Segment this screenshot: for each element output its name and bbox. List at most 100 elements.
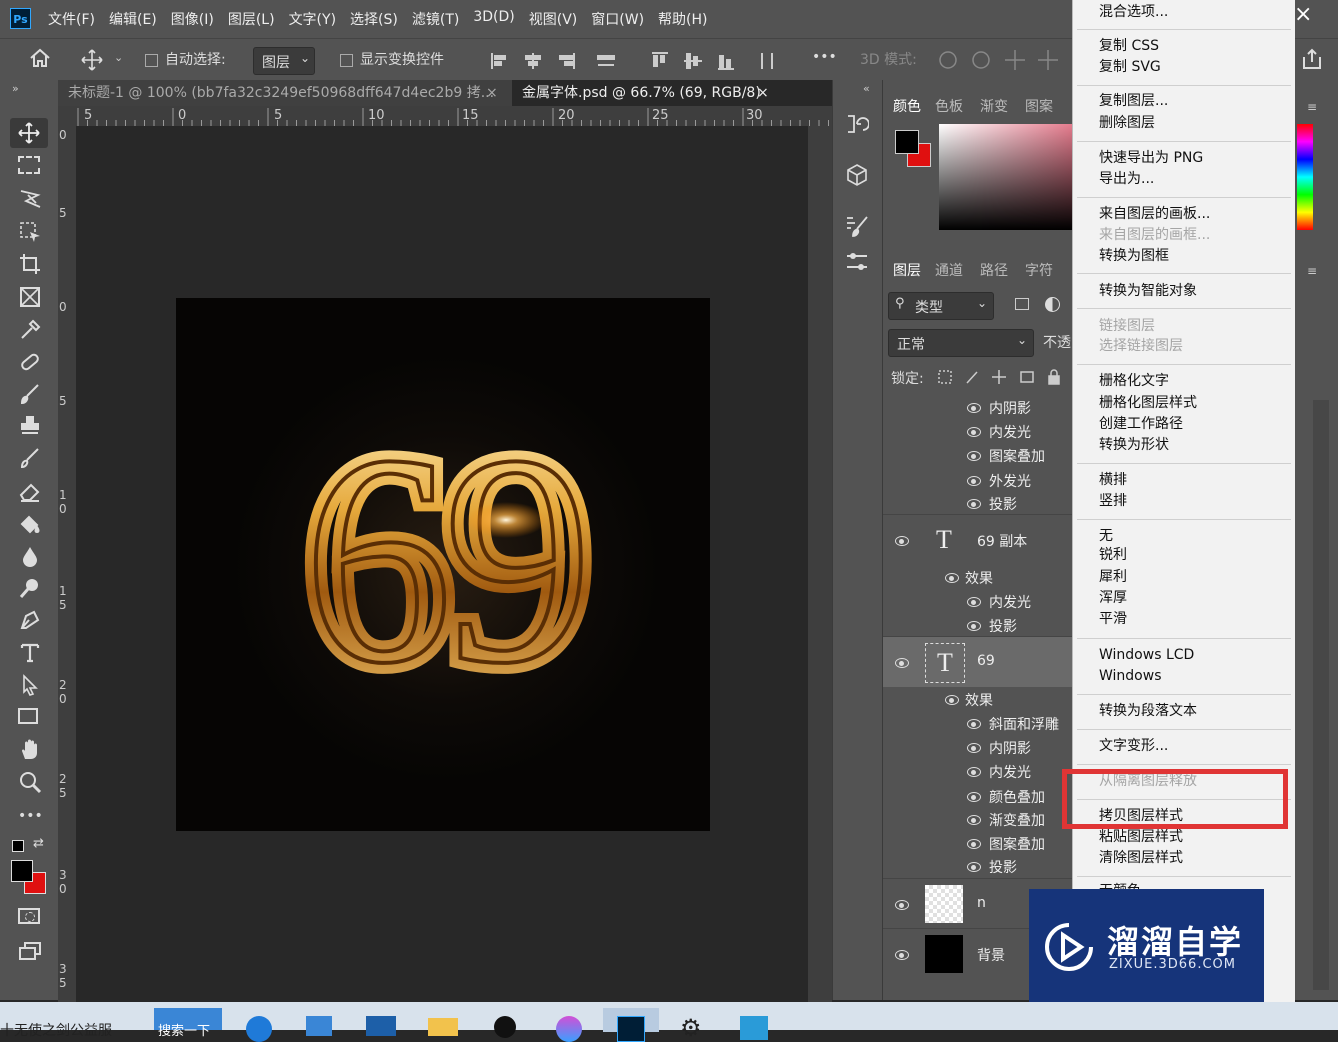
context-menu-item[interactable]: 来自图层的画板...: [1099, 204, 1210, 224]
move-tool-icon[interactable]: [80, 48, 104, 76]
visibility-eye-icon[interactable]: [967, 451, 981, 461]
quick-mask-icon[interactable]: [18, 908, 40, 924]
eraser-tool-icon[interactable]: [18, 480, 42, 508]
menu-item[interactable]: 3D(D): [473, 9, 514, 29]
frame-tool-icon[interactable]: [18, 285, 42, 313]
foreground-color-swatch[interactable]: [11, 860, 33, 882]
layer-effect-row[interactable]: 图案叠加: [883, 445, 1073, 467]
visibility-eye-icon[interactable]: [945, 573, 959, 583]
adjustments-icon[interactable]: [845, 250, 871, 278]
visibility-eye-icon[interactable]: [967, 862, 981, 872]
more-tools-icon[interactable]: •••: [18, 808, 43, 824]
swap-colors-icon[interactable]: ⇄: [33, 836, 44, 851]
pen-tool-icon[interactable]: [18, 608, 42, 636]
photoshop-taskbar-icon[interactable]: [603, 1008, 659, 1042]
healing-brush-icon[interactable]: [18, 350, 42, 378]
menu-item[interactable]: 窗口(W): [591, 9, 644, 29]
visibility-eye-icon[interactable]: [967, 427, 981, 437]
filter-adjustment-icon[interactable]: [1045, 297, 1060, 312]
tool-move-icon[interactable]: [10, 118, 48, 148]
menu-item[interactable]: 选择(S): [350, 9, 398, 29]
close-icon[interactable]: ×: [486, 80, 498, 106]
visibility-eye-icon[interactable]: [895, 900, 909, 910]
history-brush-icon[interactable]: [18, 446, 42, 474]
context-menu-item[interactable]: 导出为...: [1099, 169, 1154, 189]
context-menu-item[interactable]: 清除图层样式: [1099, 848, 1183, 868]
layer-effect-row[interactable]: 投影: [883, 856, 1073, 878]
context-menu-item[interactable]: Windows: [1099, 666, 1162, 686]
layer-effect-row[interactable]: 效果: [883, 567, 1073, 589]
canvas-scrollbar[interactable]: [808, 126, 832, 1002]
blur-tool-icon[interactable]: [18, 544, 42, 572]
color-picker-field[interactable]: [939, 124, 1073, 230]
visibility-eye-icon[interactable]: [967, 621, 981, 631]
context-menu-item[interactable]: 删除图层: [1099, 113, 1155, 133]
menu-item[interactable]: 文字(Y): [289, 9, 336, 29]
visibility-eye-icon[interactable]: [967, 767, 981, 777]
visibility-eye-icon[interactable]: [945, 695, 959, 705]
tab-patterns[interactable]: 图案: [1025, 96, 1053, 116]
menu-item[interactable]: 文件(F): [48, 9, 95, 29]
tab-paths[interactable]: 路径: [980, 260, 1008, 280]
browser-icon[interactable]: [556, 1016, 582, 1042]
tab-color[interactable]: 颜色: [893, 96, 921, 116]
context-menu-item[interactable]: 浑厚: [1099, 588, 1127, 608]
object-select-tool-icon[interactable]: [18, 220, 42, 248]
context-menu-item[interactable]: 混合选项...: [1099, 2, 1168, 22]
panel-fg-swatch[interactable]: [895, 130, 919, 154]
context-menu-item[interactable]: 复制 SVG: [1099, 57, 1161, 77]
tab-swatches[interactable]: 色板: [935, 96, 963, 116]
tab-channels[interactable]: 通道: [935, 260, 963, 280]
visibility-eye-icon[interactable]: [967, 403, 981, 413]
visibility-eye-icon[interactable]: [967, 743, 981, 753]
layer-row[interactable]: T 69: [883, 636, 1073, 687]
context-menu-item[interactable]: 平滑: [1099, 609, 1127, 629]
type-tool-icon[interactable]: [18, 640, 42, 668]
layer-effect-row[interactable]: 投影: [883, 493, 1073, 515]
menu-item[interactable]: 图层(L): [228, 9, 275, 29]
visibility-eye-icon[interactable]: [895, 536, 909, 546]
context-menu-item[interactable]: 粘贴图层样式: [1099, 827, 1183, 847]
context-menu-item[interactable]: 复制图层...: [1099, 91, 1168, 111]
menu-item[interactable]: 编辑(E): [109, 9, 157, 29]
history-panel-icon[interactable]: [845, 112, 870, 140]
context-menu-item[interactable]: 转换为智能对象: [1099, 281, 1197, 301]
home-icon[interactable]: [28, 47, 52, 73]
mail-icon[interactable]: [366, 1016, 396, 1036]
panel-menu-icon[interactable]: ≡: [1307, 100, 1317, 114]
menu-item[interactable]: 视图(V): [529, 9, 578, 29]
layer-row[interactable]: T 69 副本: [883, 514, 1073, 565]
edge-icon[interactable]: [246, 1016, 272, 1042]
layer-effect-row[interactable]: 内发光: [883, 421, 1073, 443]
folder-icon[interactable]: [428, 1018, 458, 1036]
layer-filter-dropdown[interactable]: ⚲ 类型 ⌄: [888, 292, 994, 320]
dodge-tool-icon[interactable]: [18, 576, 42, 604]
close-icon[interactable]: ×: [757, 80, 769, 106]
visibility-eye-icon[interactable]: [967, 719, 981, 729]
3d-panel-icon[interactable]: [845, 162, 869, 192]
expand-icon[interactable]: «: [863, 82, 870, 95]
context-menu-item[interactable]: 转换为形状: [1099, 435, 1169, 455]
context-menu-item[interactable]: 转换为图框: [1099, 246, 1169, 266]
default-colors-icon[interactable]: [12, 840, 24, 852]
app-icon[interactable]: [740, 1016, 768, 1040]
context-menu-item[interactable]: 竖排: [1099, 491, 1127, 511]
layers-scrollbar[interactable]: [1313, 400, 1329, 990]
taskbar-search[interactable]: 搜索一下: [154, 1008, 222, 1039]
blend-mode-dropdown[interactable]: 正常 ⌄: [888, 329, 1034, 357]
tab-untitled[interactable]: 未标题-1 @ 100% (bb7fa32c3249ef50968dff647d…: [58, 80, 508, 106]
context-menu-item[interactable]: 栅格化文字: [1099, 371, 1169, 391]
qq-icon[interactable]: [494, 1016, 516, 1038]
path-select-icon[interactable]: [18, 673, 42, 701]
lasso-tool-icon[interactable]: [18, 187, 42, 213]
context-menu-item[interactable]: 快速导出为 PNG: [1099, 148, 1203, 168]
visibility-eye-icon[interactable]: [967, 476, 981, 486]
visibility-eye-icon[interactable]: [967, 815, 981, 825]
paint-bucket-icon[interactable]: [18, 512, 42, 540]
filter-pixel-icon[interactable]: [1015, 298, 1029, 310]
store-icon[interactable]: [306, 1016, 332, 1036]
panel-menu-icon[interactable]: ≡: [1307, 264, 1317, 278]
menu-item[interactable]: 图像(I): [171, 9, 214, 29]
context-menu-item[interactable]: 转换为段落文本: [1099, 701, 1197, 721]
context-menu-item[interactable]: 锐利: [1099, 545, 1127, 565]
